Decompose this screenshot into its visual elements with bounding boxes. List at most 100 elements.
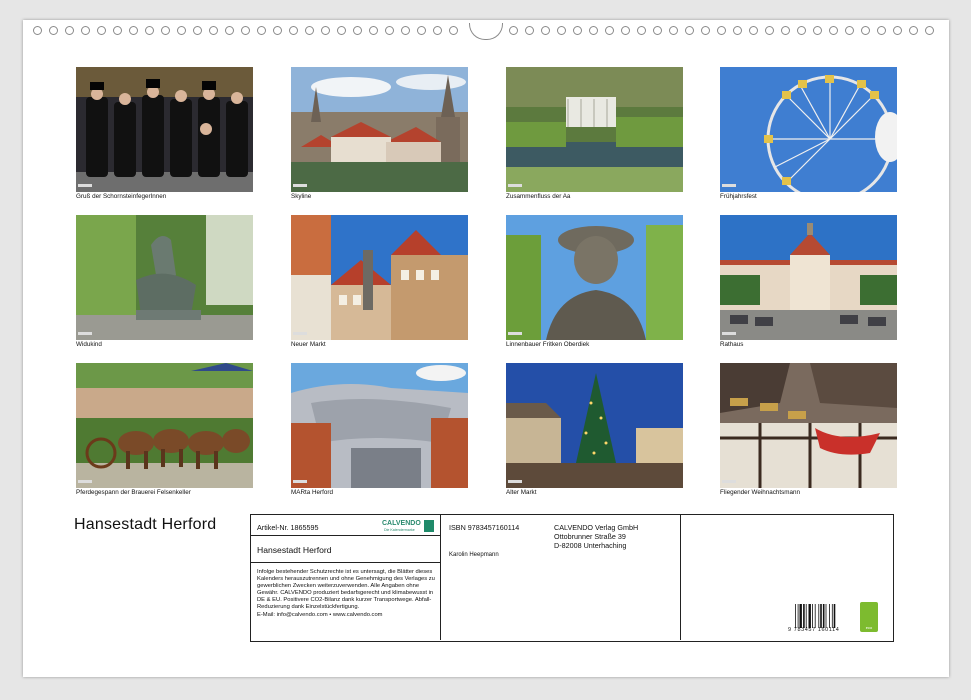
product-title: Hansestadt Herford	[257, 545, 332, 555]
barcode-bar	[814, 604, 816, 628]
barcode-bar	[825, 604, 827, 628]
binding-ring	[637, 26, 646, 35]
calvendo-logo-mark	[424, 520, 434, 532]
binding-ring	[557, 26, 566, 35]
photo-caption: Zusammenfluss der Aa	[506, 193, 571, 200]
binding-ring	[433, 26, 442, 35]
author-name: Karolin Heepmann	[449, 552, 499, 558]
isbn: ISBN 9783457160114	[449, 523, 520, 532]
binding-ring	[273, 26, 282, 35]
barcode-bar	[818, 604, 820, 628]
divider	[251, 562, 441, 563]
eco-label-icon: eco	[860, 602, 878, 632]
binding-ring	[797, 26, 806, 35]
photo-caption: Widukind	[76, 341, 102, 348]
barcode-bar	[805, 604, 807, 628]
calvendo-logo: CALVENDO Die Kalendermarke	[382, 519, 434, 535]
binding-ring	[321, 26, 330, 35]
barcode-bar	[803, 604, 805, 628]
binding-ring	[289, 26, 298, 35]
photo-marta	[291, 363, 468, 488]
photo-linnenbauer	[506, 215, 683, 340]
binding-ring	[653, 26, 662, 35]
binding-ring	[749, 26, 758, 35]
photo-caption: Neuer Markt	[291, 341, 326, 348]
divider	[680, 515, 681, 640]
binding-ring	[49, 26, 58, 35]
contact-line: E-Mail: info@calvendo.com • www.calvendo…	[257, 612, 383, 618]
binding-ring	[525, 26, 534, 35]
photo-flying-santa	[720, 363, 897, 488]
binding-ring	[161, 26, 170, 35]
binding-ring	[97, 26, 106, 35]
binding-ring	[813, 26, 822, 35]
photo-alter-markt	[506, 363, 683, 488]
binding-ring	[573, 26, 582, 35]
photo-caption: Gruß der SchornsteinfegerInnen	[76, 193, 167, 200]
barcode-bar	[795, 604, 796, 628]
binding-ring	[509, 26, 518, 35]
isbn-barcode	[795, 604, 836, 628]
binding-ring	[209, 26, 218, 35]
photo-skyline	[291, 67, 468, 192]
barcode-bar	[820, 604, 822, 628]
barcode-bar	[822, 604, 825, 628]
binding-ring	[717, 26, 726, 35]
photo-rathaus	[720, 215, 897, 340]
binding-ring	[305, 26, 314, 35]
photo-caption: Fliegender Weihnachtsmann	[720, 489, 801, 496]
binding-ring	[829, 26, 838, 35]
binding-ring	[353, 26, 362, 35]
photo-widukind	[76, 215, 253, 340]
binding-ring	[925, 26, 934, 35]
barcode-bar	[808, 604, 811, 628]
divider	[251, 535, 441, 536]
binding-ring	[861, 26, 870, 35]
hanger-hook	[469, 23, 503, 40]
binding-ring	[845, 26, 854, 35]
photo-caption: Rathaus	[720, 341, 744, 348]
barcode-bar	[799, 604, 802, 628]
binding-ring	[241, 26, 250, 35]
binding-ring	[541, 26, 550, 35]
photo-caption: Skyline	[291, 193, 312, 200]
photo-caption: Frühjahrsfest	[720, 193, 757, 200]
binding-ring	[449, 26, 458, 35]
photo-horse-team	[76, 363, 253, 488]
binding-ring	[701, 26, 710, 35]
binding-ring	[765, 26, 774, 35]
binding-ring	[113, 26, 122, 35]
publisher-name: CALVENDO Verlag GmbH	[554, 523, 639, 532]
binding-ring	[685, 26, 694, 35]
binding-ring	[145, 26, 154, 35]
calendar-title: Hansestadt Herford	[74, 516, 217, 533]
binding-ring	[385, 26, 394, 35]
photo-chimney-sweeps	[76, 67, 253, 192]
barcode-bar	[829, 604, 830, 628]
binding-ring	[33, 26, 42, 35]
photo-caption: Pferdegespann der Brauerei Felsenkeller	[76, 489, 191, 496]
divider	[440, 515, 441, 640]
photo-caption: MARta Herford	[291, 489, 333, 496]
article-number: Artikel-Nr. 1865595	[257, 523, 319, 532]
binding-ring	[177, 26, 186, 35]
binding-ring	[417, 26, 426, 35]
binding-ring	[225, 26, 234, 35]
photo-river-aa	[506, 67, 683, 192]
binding-ring	[893, 26, 902, 35]
binding-ring	[81, 26, 90, 35]
binding-ring	[401, 26, 410, 35]
binding-ring	[337, 26, 346, 35]
binding-ring	[877, 26, 886, 35]
binding-ring	[257, 26, 266, 35]
binding-ring	[621, 26, 630, 35]
binding-ring	[733, 26, 742, 35]
photo-caption: Alter Markt	[506, 489, 537, 496]
photo-neuer-markt	[291, 215, 468, 340]
spiral-binding	[23, 23, 949, 40]
legal-text: Infolge bestehender Schutzrechte ist es …	[257, 569, 435, 610]
barcode-number: 9 783457 160114	[788, 627, 840, 633]
binding-ring	[909, 26, 918, 35]
barcode-bar	[812, 604, 813, 628]
binding-ring	[369, 26, 378, 35]
